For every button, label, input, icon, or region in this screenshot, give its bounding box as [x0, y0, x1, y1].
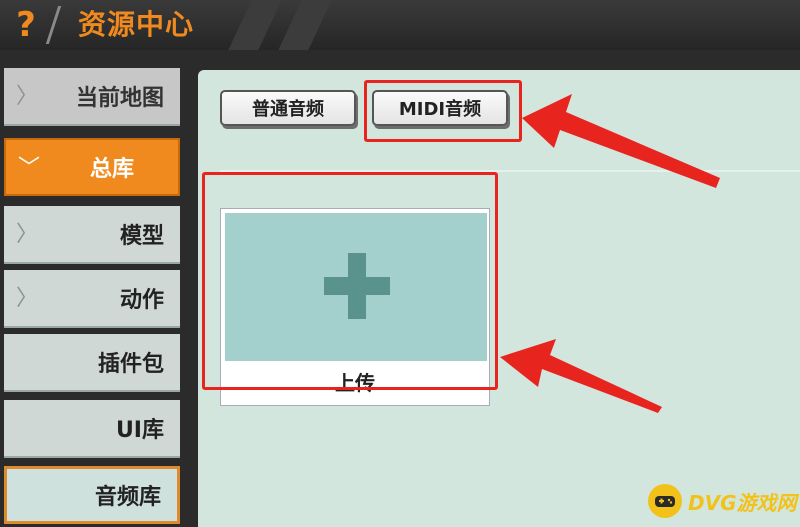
tab-normal-audio[interactable]: 普通音频 — [220, 90, 356, 126]
sidebar-item-audio-library[interactable]: 音频库 — [4, 466, 180, 524]
gamepad-icon — [648, 484, 682, 518]
title-stripe-decoration — [278, 0, 332, 50]
chevron-right-icon: 〉 — [16, 84, 39, 109]
sidebar-item-actions[interactable]: 〉 动作 — [4, 270, 180, 328]
sidebar-item-current-map[interactable]: 〉 当前地图 — [4, 68, 180, 126]
chevron-down-icon: ﹀ — [18, 156, 41, 181]
sidebar-item-label: 动作 — [119, 288, 164, 313]
sidebar-item-ui-library[interactable]: UI库 — [4, 400, 180, 458]
sidebar-item-models[interactable]: 〉 模型 — [4, 206, 180, 264]
chevron-right-icon: 〉 — [16, 286, 39, 311]
question-icon[interactable]: ? — [6, 4, 46, 46]
watermark: DVG游戏网 — [648, 480, 798, 522]
highlight-box-midi-tab — [364, 80, 522, 142]
watermark-text: DVG游戏网 — [688, 490, 797, 515]
sidebar-item-label: 当前地图 — [75, 86, 164, 111]
chevron-right-icon: 〉 — [16, 222, 39, 247]
annotation-arrow-icon — [500, 339, 662, 413]
sidebar: 〉 当前地图 ﹀ 总库 〉 模型 〉 动作 插件包 UI库 音频库 — [0, 50, 188, 527]
sidebar-item-library[interactable]: ﹀ 总库 — [4, 138, 180, 196]
highlight-box-upload — [202, 172, 498, 390]
sidebar-item-label: 模型 — [119, 224, 164, 249]
annotation-arrow-icon — [522, 94, 720, 188]
sidebar-item-label: UI库 — [115, 418, 164, 443]
title-separator — [45, 6, 76, 44]
sidebar-item-plugins[interactable]: 插件包 — [4, 334, 180, 392]
title-stripe-decoration — [228, 0, 282, 50]
sidebar-item-label: 总库 — [89, 157, 134, 182]
title-bar: ? 资源中心 — [0, 0, 800, 50]
sidebar-item-label: 插件包 — [97, 352, 164, 377]
page-title: 资源中心 — [78, 8, 195, 41]
tab-label: 普通音频 — [252, 99, 324, 120]
sidebar-item-label: 音频库 — [94, 485, 161, 510]
